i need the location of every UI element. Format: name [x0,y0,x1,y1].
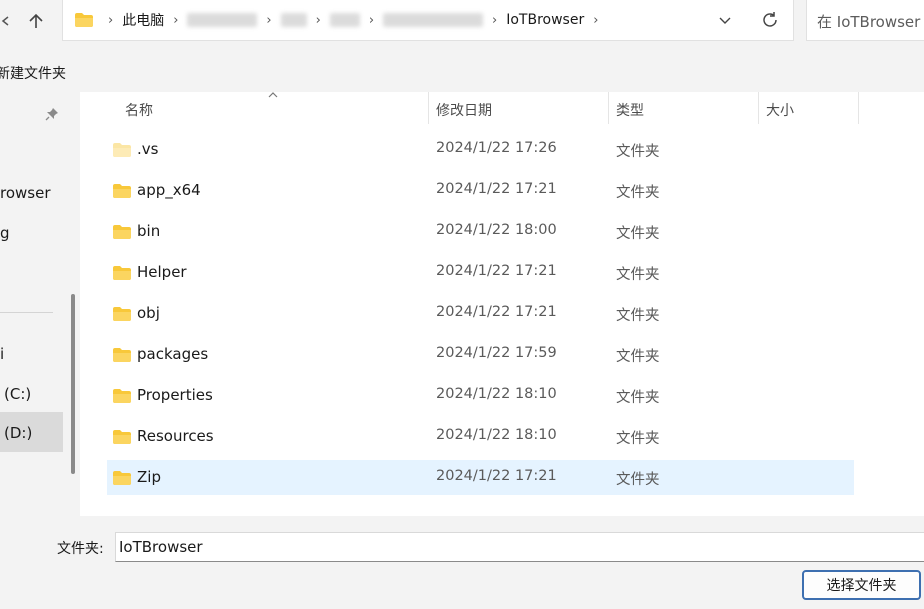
chevron-right-icon[interactable]: › [261,13,276,28]
file-type: 文件夹 [616,144,660,160]
breadcrumb-this-pc[interactable]: 此电脑 [118,10,168,30]
file-name: packages [137,345,209,363]
breadcrumb-redacted[interactable] [280,13,307,27]
file-name: app_x64 [137,181,201,199]
nav-item-drive-d[interactable]: (D:) [0,412,63,452]
breadcrumb-redacted[interactable] [329,13,360,27]
nav-item-iotbrowser[interactable]: rowser [0,184,51,202]
file-type: 文件夹 [616,472,660,488]
up-arrow-icon[interactable] [23,8,49,34]
breadcrumb-redacted[interactable] [383,13,484,27]
column-header-name[interactable]: 名称 [125,100,153,120]
file-date: 2024/1/22 18:00 [436,222,557,238]
column-divider[interactable] [858,92,859,124]
folder-field-label: 文件夹: [57,541,104,557]
breadcrumb-redacted[interactable] [187,13,258,27]
folder-name-input[interactable] [115,532,924,562]
column-headers: 名称 修改日期 类型 大小 [80,92,924,126]
file-name: .vs [137,140,159,158]
file-date: 2024/1/22 18:10 [436,386,557,402]
refresh-icon[interactable] [759,9,781,31]
file-name: bin [137,222,161,240]
column-divider[interactable] [428,92,429,124]
table-row[interactable]: .vs 2024/1/22 17:26 文件夹 [107,132,854,167]
folder-icon [113,184,131,198]
file-type: 文件夹 [616,226,660,242]
search-box[interactable]: 在 IoTBrowser 中搜索 [806,0,924,41]
file-type: 文件夹 [616,349,660,365]
file-date: 2024/1/22 17:21 [436,181,557,197]
dialog-footer: 文件夹: 选择文件夹 [0,516,924,609]
sort-ascending-icon [268,92,278,98]
column-header-type[interactable]: 类型 [616,100,644,120]
chevron-right-icon[interactable]: › [311,13,326,28]
file-date: 2024/1/22 17:21 [436,304,557,320]
breadcrumb-iotbrowser[interactable]: IoTBrowser [502,12,588,28]
navigation-list: rowser g i (C:) (D:) [0,92,66,516]
file-date: 2024/1/22 17:26 [436,140,557,156]
folder-icon [113,430,131,444]
file-name: Helper [137,263,187,281]
folder-icon [113,471,131,485]
folder-icon [113,143,131,157]
file-type: 文件夹 [616,185,660,201]
nav-item-drive-c[interactable]: (C:) [4,385,31,403]
new-folder-button[interactable]: 新建文件夹 [0,63,66,83]
table-row[interactable]: bin 2024/1/22 18:00 文件夹 [107,214,854,249]
file-name: Properties [137,386,213,404]
file-type: 文件夹 [616,431,660,447]
table-row[interactable]: obj 2024/1/22 17:21 文件夹 [107,296,854,331]
chevron-down-icon[interactable] [715,10,735,30]
nav-item-label: (D:) [4,424,33,442]
address-toolbar: › 此电脑 › › › › › IoTBrowser › 在 IoTBrowse… [0,0,924,50]
file-name: Resources [137,427,214,445]
navigation-pane: rowser g i (C:) (D:) [0,92,80,516]
folder-icon [113,225,131,239]
file-date: 2024/1/22 18:10 [436,427,557,443]
divider [0,312,53,313]
file-date: 2024/1/22 17:21 [436,468,557,484]
chevron-right-icon[interactable]: › [364,13,379,28]
table-row[interactable]: app_x64 2024/1/22 17:21 文件夹 [107,173,854,208]
nav-item-library[interactable]: i [0,345,4,363]
folder-icon [113,307,131,321]
folder-icon [113,348,131,362]
file-date: 2024/1/22 17:21 [436,263,557,279]
nav-item-folder[interactable]: g [0,224,10,242]
back-icon[interactable] [0,8,18,34]
chevron-right-icon[interactable]: › [487,13,502,28]
column-header-date[interactable]: 修改日期 [436,100,492,120]
column-header-size[interactable]: 大小 [766,100,794,120]
table-row[interactable]: packages 2024/1/22 17:59 文件夹 [107,337,854,372]
select-folder-button[interactable]: 选择文件夹 [802,570,921,600]
chevron-right-icon[interactable]: › [103,13,118,28]
folder-icon [113,266,131,280]
address-bar[interactable]: › 此电脑 › › › › › IoTBrowser › [62,0,794,41]
breadcrumb: › 此电脑 › › › › › IoTBrowser › [103,10,603,30]
folder-icon [113,389,131,403]
column-divider[interactable] [758,92,759,124]
file-type: 文件夹 [616,308,660,324]
column-divider[interactable] [608,92,609,124]
chevron-right-icon[interactable]: › [168,13,183,28]
scrollbar-thumb[interactable] [71,294,75,474]
command-bar: 新建文件夹 [0,50,924,92]
table-row[interactable]: Helper 2024/1/22 17:21 文件夹 [107,255,854,290]
file-type: 文件夹 [616,267,660,283]
pin-icon[interactable] [44,106,60,122]
table-row-selected[interactable]: Zip 2024/1/22 17:21 文件夹 [107,460,854,495]
table-row[interactable]: Resources 2024/1/22 18:10 文件夹 [107,419,854,454]
table-row[interactable]: Properties 2024/1/22 18:10 文件夹 [107,378,854,413]
file-type: 文件夹 [616,390,660,406]
chevron-right-icon[interactable]: › [588,13,603,28]
file-date: 2024/1/22 17:59 [436,345,557,361]
file-list: 名称 修改日期 类型 大小 .vs 2024/1/22 17:26 文件夹 ap… [80,92,924,516]
folder-icon [74,12,94,32]
search-placeholder: 在 IoTBrowser 中搜索 [817,13,924,31]
file-name: Zip [137,468,161,486]
file-name: obj [137,304,160,322]
